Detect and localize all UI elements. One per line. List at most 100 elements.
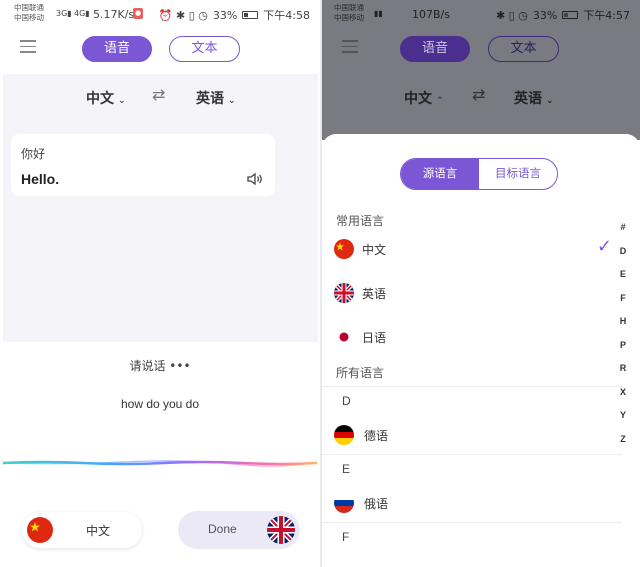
clock: 下午4:57 — [583, 9, 630, 22]
divider — [322, 522, 622, 523]
language-name: 德语 — [364, 429, 389, 443]
language-bar: 中文 ⌃ ⇄ 英语 ⌄ — [322, 74, 640, 120]
language-name: 中文 — [362, 243, 387, 257]
chevron-down-icon: ⌄ — [546, 96, 554, 106]
clock: 下午4:58 — [263, 9, 310, 22]
chevron-up-icon: ⌃ — [436, 96, 444, 106]
language-name: 俄语 — [364, 497, 389, 511]
listening-dots: ••• — [169, 359, 191, 373]
germany-flag-icon — [334, 425, 354, 445]
recognized-speech: how do you do — [120, 397, 200, 411]
all-languages-heading: 所有语言 — [336, 366, 385, 380]
translation-card[interactable]: 你好 Hello. — [11, 134, 275, 196]
index-letter[interactable]: P — [618, 340, 628, 364]
carrier-2: 中国移动 — [14, 13, 44, 22]
uk-flag-icon — [267, 516, 295, 544]
translated-text: Hello. — [21, 171, 60, 187]
tab-source-language[interactable]: 源语言 — [401, 159, 479, 189]
dimmed-overlay[interactable]: 中国联通 中国移动 ▮▮ 107B/s ✱ ▯ ◷ 33% 下午4:57 语音 … — [322, 0, 640, 140]
language-row-japanese[interactable]: 日语 — [322, 316, 612, 356]
index-letter[interactable]: Y — [618, 410, 628, 434]
language-name: 日语 — [362, 331, 387, 345]
source-language-label: 中文 — [404, 91, 432, 107]
language-row-chinese[interactable]: 中文 ✓ — [322, 228, 612, 268]
status-right: ✱ ▯ ◷ 33% 下午4:57 — [496, 7, 630, 23]
speak-prompt-text: 请说话 — [129, 359, 166, 373]
left-screen: 中国联通 中国移动 3G▮ 4G▮ 5.17K/s ● ⏰ ✱ ▯ ◷ 33% … — [0, 0, 320, 567]
index-letter[interactable]: H — [618, 316, 628, 340]
network-type-1: 3G — [56, 9, 68, 18]
hamburger-menu-icon[interactable] — [20, 40, 36, 54]
divider — [322, 386, 622, 387]
common-languages-heading: 常用语言 — [336, 214, 385, 228]
battery-icon — [562, 11, 579, 19]
index-letter[interactable]: R — [618, 363, 628, 387]
done-label: Done — [208, 522, 237, 536]
speak-prompt: 请说话 ••• — [0, 357, 320, 374]
language-row-german[interactable]: 德语 — [322, 414, 612, 454]
uk-flag-icon — [334, 283, 354, 303]
index-letter[interactable]: X — [618, 387, 628, 411]
index-letter[interactable]: D — [618, 246, 628, 270]
source-text: 你好 — [21, 147, 46, 161]
index-letter[interactable]: E — [618, 269, 628, 293]
source-language-select[interactable]: 中文 ⌃ — [404, 88, 444, 108]
index-letter[interactable]: Z — [618, 434, 628, 458]
swap-languages-icon[interactable]: ⇄ — [152, 85, 165, 104]
voice-mode-button[interactable]: 语音 — [400, 36, 470, 62]
carrier-info: 中国联通 中国移动 — [14, 3, 44, 23]
status-bar: 中国联通 中国移动 3G▮ 4G▮ 5.17K/s ● ⏰ ✱ ▯ ◷ 33% … — [0, 0, 320, 30]
source-language-select[interactable]: 中文 ⌄ — [86, 88, 126, 108]
speaker-icon[interactable] — [247, 172, 263, 189]
section-letter-d: D — [342, 394, 351, 408]
status-bar: 中国联通 中国移动 ▮▮ 107B/s ✱ ▯ ◷ 33% 下午4:57 — [322, 0, 640, 30]
source-language-name: 中文 — [86, 524, 111, 538]
battery-percent: 33% — [212, 8, 238, 22]
russia-flag-icon — [334, 493, 354, 513]
section-letter-f: F — [342, 530, 350, 544]
battery-percent: 33% — [532, 8, 558, 22]
language-row-russian[interactable]: 俄语 — [322, 482, 612, 522]
text-mode-button[interactable]: 文本 — [169, 36, 240, 62]
language-bar: 中文 ⌄ ⇄ 英语 ⌄ — [0, 74, 320, 120]
status-right: ⏰ ✱ ▯ ◷ 33% 下午4:58 — [159, 7, 310, 23]
carrier-1: 中国联通 — [14, 3, 44, 12]
divider — [322, 454, 622, 455]
index-letter[interactable]: # — [618, 222, 628, 246]
target-language-label: 英语 — [196, 91, 224, 107]
index-letter[interactable]: F — [618, 293, 628, 317]
done-button[interactable]: Done — [178, 511, 300, 549]
hamburger-menu-icon[interactable] — [342, 40, 358, 54]
picker-tabs: 源语言 目标语言 — [400, 158, 558, 190]
mic-badge-icon: ● — [133, 8, 143, 19]
net-speed: 107B/s — [412, 8, 450, 21]
checkmark-icon: ✓ — [596, 236, 612, 257]
china-flag-icon — [27, 517, 53, 543]
carrier-2: 中国移动 — [334, 13, 364, 22]
china-flag-icon — [334, 239, 354, 259]
target-language-select[interactable]: 英语 ⌄ — [196, 88, 236, 108]
network-type-2: 4G — [74, 9, 86, 18]
source-language-label: 中文 — [86, 91, 114, 107]
source-language-button[interactable]: 中文 — [22, 512, 142, 548]
signal-icon: ▮▮ — [374, 9, 383, 18]
language-row-english[interactable]: 英语 — [322, 272, 612, 312]
carrier-1: 中国联通 — [334, 3, 364, 12]
chevron-down-icon: ⌄ — [228, 96, 236, 106]
signal-icon: 3G▮ — [56, 9, 72, 18]
text-mode-button[interactable]: 文本 — [488, 36, 559, 62]
chevron-down-icon: ⌄ — [118, 96, 126, 106]
voice-mode-button[interactable]: 语音 — [82, 36, 152, 62]
right-screen: 中国联通 中国移动 ▮▮ 107B/s ✱ ▯ ◷ 33% 下午4:57 语音 … — [322, 0, 640, 567]
japan-flag-icon — [334, 327, 354, 347]
voice-waveform — [3, 460, 317, 467]
status-icons: ✱ ▯ ◷ — [495, 8, 528, 22]
language-name: 英语 — [362, 287, 387, 301]
target-language-label: 英语 — [514, 91, 542, 107]
tab-target-language[interactable]: 目标语言 — [479, 159, 557, 189]
alphabet-index[interactable]: # D E F H P R X Y Z — [618, 222, 628, 457]
swap-languages-icon[interactable]: ⇄ — [472, 85, 485, 104]
section-letter-e: E — [342, 462, 351, 476]
target-language-select[interactable]: 英语 ⌄ — [514, 88, 554, 108]
status-icons: ⏰ ✱ ▯ ◷ — [158, 8, 208, 22]
